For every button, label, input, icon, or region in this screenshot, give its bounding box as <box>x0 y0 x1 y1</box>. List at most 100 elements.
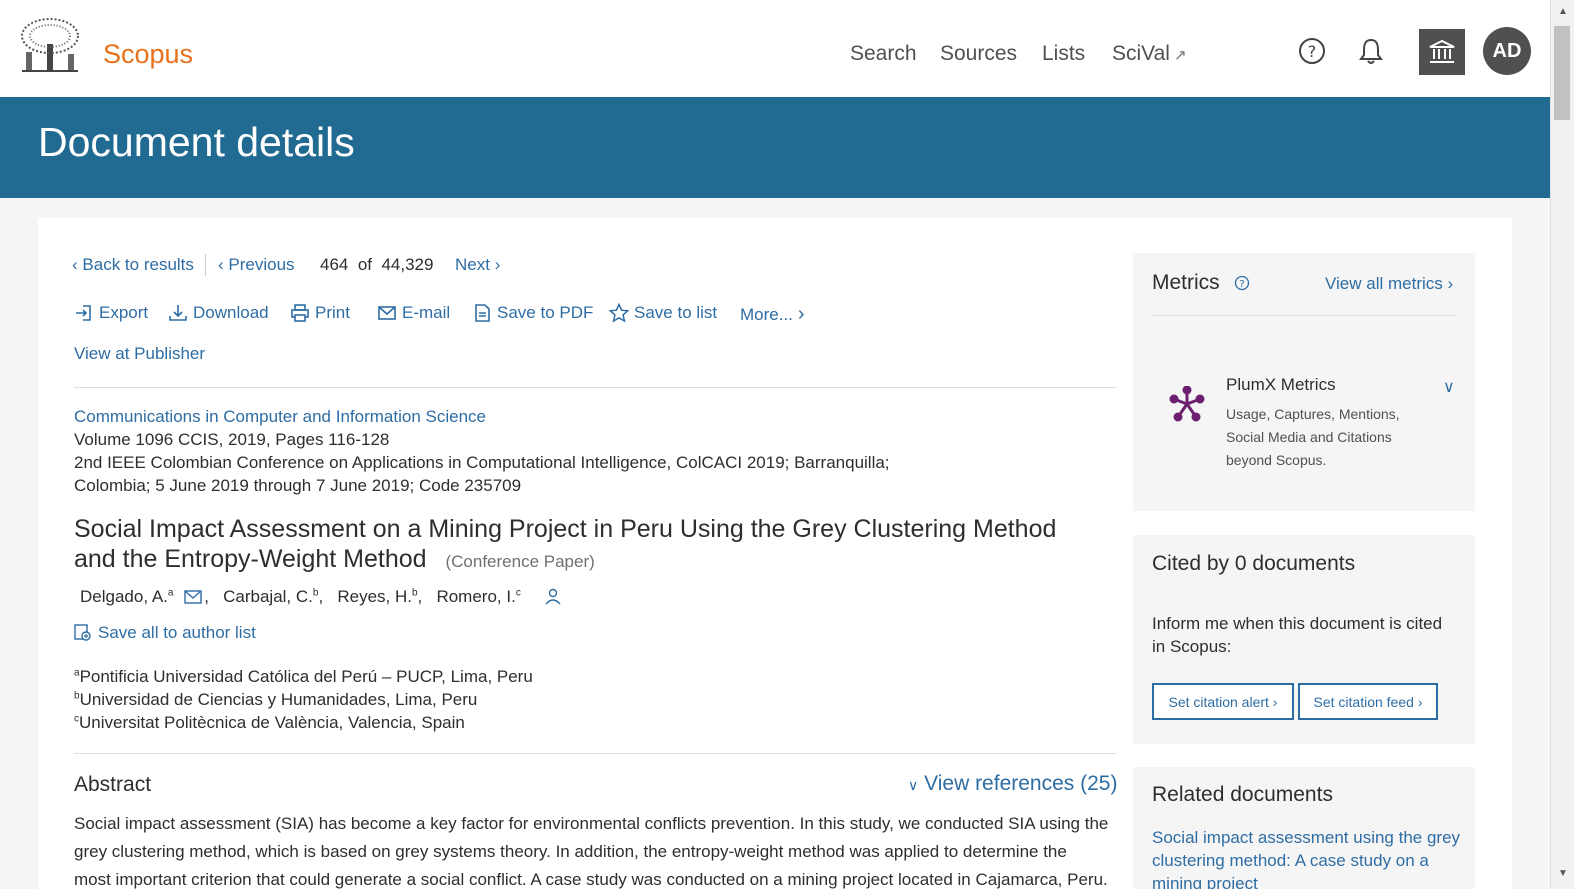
save-list-label: Save to list <box>634 303 718 322</box>
email-button[interactable]: E-mail <box>377 303 450 323</box>
pager-divider <box>205 254 206 276</box>
scrollbar[interactable]: ▲ ▼ <box>1550 0 1574 889</box>
user-avatar[interactable]: AD <box>1483 27 1531 75</box>
chevron-down-icon[interactable]: ∨ <box>1443 377 1455 397</box>
previous-link[interactable]: ‹ Previous <box>218 255 295 275</box>
email-icon[interactable] <box>184 590 202 604</box>
view-at-publisher-link[interactable]: View at Publisher <box>74 344 205 364</box>
plumx-desc-line2: Social Media and Citations <box>1226 429 1392 445</box>
nav-lists[interactable]: Lists <box>1042 42 1085 66</box>
volume-info: Volume 1096 CCIS, 2019, Pages 116-128 <box>74 430 390 449</box>
view-all-metrics-link[interactable]: View all metrics › <box>1325 274 1453 294</box>
print-label: Print <box>315 303 350 322</box>
author-name: Romero, I. <box>436 587 516 606</box>
export-button[interactable]: Export <box>74 303 148 323</box>
save-to-list-button[interactable]: Save to list <box>609 303 717 323</box>
download-icon <box>169 305 187 321</box>
nav-sources[interactable]: Sources <box>940 42 1017 66</box>
help-icon[interactable]: ? <box>1297 36 1327 66</box>
pager-of: of <box>357 255 373 274</box>
scroll-up-arrow-icon[interactable]: ▲ <box>1558 6 1568 17</box>
set-citation-alert-button[interactable]: Set citation alert › <box>1152 683 1294 720</box>
plumx-desc-line1: Usage, Captures, Mentions, <box>1226 406 1400 422</box>
chevron-left-icon: ‹ <box>72 255 78 274</box>
alert-label: Set citation alert <box>1168 693 1269 710</box>
scroll-down-arrow-icon[interactable]: ▼ <box>1558 868 1568 879</box>
nav-scival[interactable]: SciVal ↗ <box>1112 42 1187 66</box>
set-citation-feed-button[interactable]: Set citation feed › <box>1298 683 1438 720</box>
download-button[interactable]: Download <box>168 303 269 323</box>
author-affil-sup: a <box>167 587 174 599</box>
affiliation-a: aPontificia Universidad Católica del Per… <box>74 667 533 687</box>
next-label: Next <box>455 255 490 274</box>
next-link[interactable]: Next › <box>455 255 500 275</box>
view-all-metrics-label: View all metrics <box>1325 274 1443 293</box>
main-content: ‹ Back to results ‹ Previous 464 of 44,3… <box>38 218 1512 889</box>
paper-title-line2-text: and the Entropy-Weight Method <box>74 545 427 573</box>
pdf-icon <box>475 304 490 322</box>
back-label: Back to results <box>82 255 194 274</box>
print-icon <box>291 304 309 322</box>
save-all-to-author-list-link[interactable]: Save all to author list <box>74 623 256 643</box>
page-banner: Document details <box>0 97 1550 198</box>
more-button[interactable]: More... › <box>740 303 805 326</box>
author-link[interactable]: Delgado, A.a <box>80 587 173 606</box>
institution-icon <box>1429 39 1455 63</box>
author-name: Delgado, A. <box>80 587 168 606</box>
plumx-title[interactable]: PlumX Metrics <box>1226 375 1336 395</box>
elsevier-tree-logo[interactable] <box>18 16 82 76</box>
save-to-pdf-button[interactable]: Save to PDF <box>472 303 593 323</box>
affiliation-c: cUniversitat Politècnica de València, Va… <box>74 713 465 733</box>
metrics-title-text: Metrics <box>1152 271 1220 294</box>
inform-text-line1: Inform me when this document is cited <box>1152 614 1443 633</box>
email-icon <box>378 306 396 320</box>
related-title: Related documents <box>1152 783 1333 806</box>
back-to-results-link[interactable]: ‹ Back to results <box>72 255 194 275</box>
related-doc-link-line2[interactable]: clustering method: A case study on a <box>1152 851 1429 871</box>
affil-text: Universitat Politècnica de València, Val… <box>79 713 465 732</box>
inform-text-line2: in Scopus: <box>1152 637 1232 656</box>
author-affil-sup: c <box>515 587 521 599</box>
related-doc-link-line3[interactable]: mining project <box>1152 874 1258 889</box>
print-button[interactable]: Print <box>290 303 350 323</box>
author-link[interactable]: Reyes, H.b <box>337 587 417 606</box>
view-references-link[interactable]: ∨ View references (25) <box>908 772 1117 796</box>
nav-search[interactable]: Search <box>850 42 917 66</box>
scroll-thumb[interactable] <box>1554 26 1570 120</box>
export-icon <box>76 305 91 321</box>
author-link[interactable]: Romero, I.c <box>436 587 520 606</box>
journal-link[interactable]: Communications in Computer and Informati… <box>74 407 486 427</box>
institution-button[interactable] <box>1419 29 1465 75</box>
author-link[interactable]: Carbajal, C.b <box>223 587 318 606</box>
download-label: Download <box>193 303 269 322</box>
metrics-title: Metrics ? <box>1152 271 1250 295</box>
author-name: Carbajal, C. <box>223 587 313 606</box>
divider <box>1152 315 1457 316</box>
page-title: Document details <box>38 119 355 165</box>
brand-name[interactable]: Scopus <box>103 39 193 70</box>
chevron-left-icon: ‹ <box>218 255 224 274</box>
export-label: Export <box>99 303 149 322</box>
abstract-line3: most important criterion that could gene… <box>74 870 1108 889</box>
affiliation-b: bUniversidad de Ciencias y Humanidades, … <box>74 690 477 710</box>
add-to-list-icon <box>74 624 91 641</box>
related-documents-card: Related documents Social impact assessme… <box>1133 767 1475 889</box>
divider <box>74 753 1116 754</box>
abstract-heading: Abstract <box>74 773 152 796</box>
save-authors-label: Save all to author list <box>98 623 256 642</box>
more-label: More... <box>740 304 793 324</box>
help-icon[interactable]: ? <box>1234 275 1250 291</box>
plumx-desc-line3: beyond Scopus. <box>1226 452 1327 468</box>
affil-text: Pontificia Universidad Católica del Perú… <box>79 667 533 686</box>
related-doc-link-line1[interactable]: Social impact assessment using the grey <box>1152 828 1460 848</box>
person-icon[interactable] <box>544 587 562 605</box>
divider <box>74 387 1116 388</box>
conference-info-line1: 2nd IEEE Colombian Conference on Applica… <box>74 453 890 472</box>
svg-text:?: ? <box>1308 42 1317 61</box>
chevron-right-icon: › <box>1447 274 1454 293</box>
previous-label: Previous <box>228 255 295 274</box>
cited-by-title: Cited by 0 documents <box>1152 552 1356 575</box>
nav-scival-label: SciVal <box>1112 42 1170 65</box>
chevron-right-icon: › <box>1417 693 1423 710</box>
bell-icon[interactable] <box>1356 36 1386 66</box>
